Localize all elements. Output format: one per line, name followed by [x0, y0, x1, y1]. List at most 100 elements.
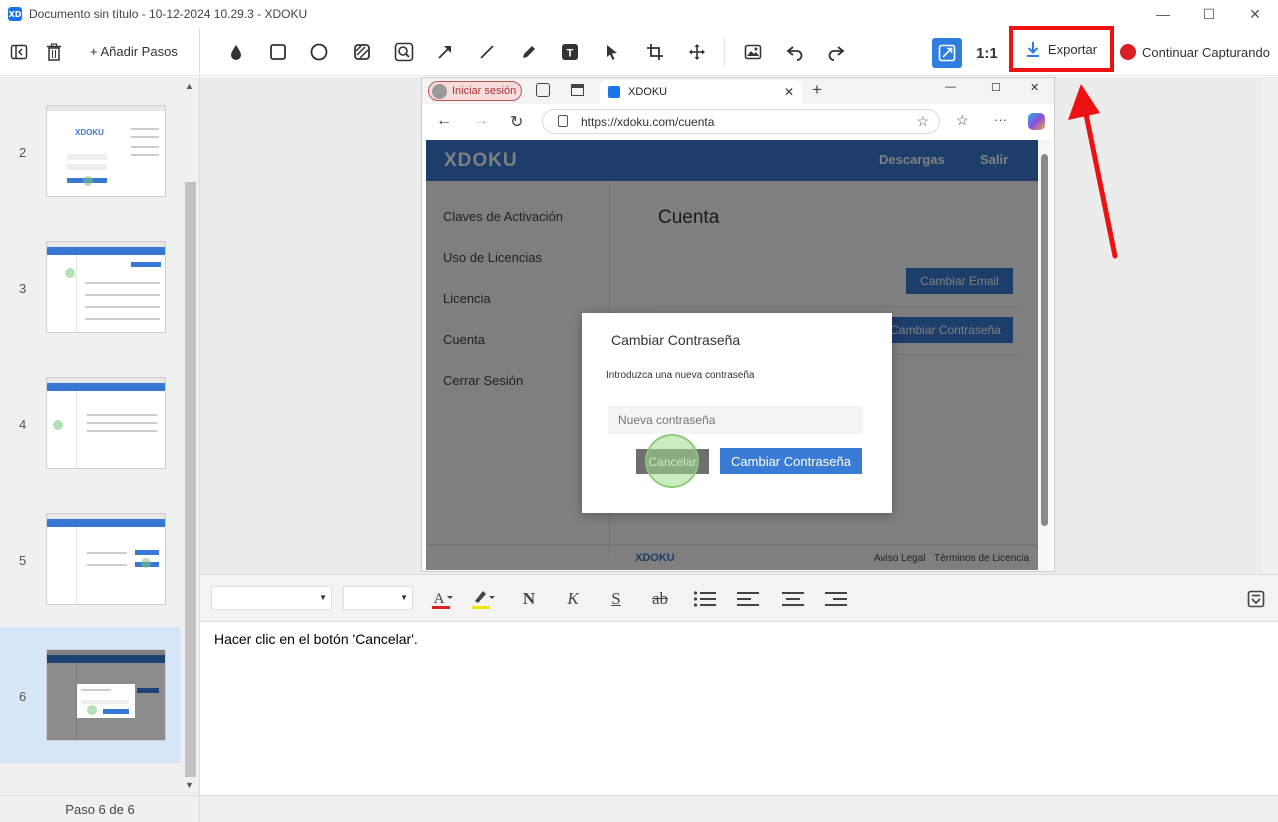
new-password-field [608, 406, 863, 434]
change-password-dialog: Cambiar Contraseña Introduzca una nueva … [582, 313, 892, 513]
font-size-select[interactable]: ▼ [343, 586, 413, 610]
chevron-down-icon: ▼ [319, 593, 327, 602]
arrow-icon[interactable] [433, 40, 457, 64]
align-left-icon[interactable] [735, 587, 761, 611]
new-tab-icon: + [812, 80, 822, 99]
highlight-color-icon[interactable] [470, 587, 498, 611]
signin-pill: Iniciar sesión [428, 81, 522, 101]
browser-maximize-icon: ☐ [991, 82, 1001, 94]
app-logo-icon: XD [8, 7, 22, 21]
more-icon: ··· [994, 112, 1007, 127]
export-label: Exportar [1047, 41, 1098, 57]
drop-icon[interactable] [224, 40, 248, 64]
signin-label: Iniciar sesión [452, 85, 517, 97]
tab-close-icon: ✕ [783, 85, 794, 99]
image-icon[interactable] [741, 40, 765, 64]
text-color-icon[interactable]: A [430, 587, 456, 611]
step-item[interactable]: 4 [0, 355, 181, 491]
annotation-arrow [1068, 84, 1118, 259]
italic-icon[interactable]: K [562, 587, 584, 611]
browser-tab: XDOKU ✕ [600, 80, 802, 104]
magnifier-icon[interactable] [392, 40, 416, 64]
toolbar-divider [724, 38, 725, 66]
main-toolbar: + Añadir Pasos T 1:1 Exportar Continuar … [0, 26, 1278, 76]
trash-icon[interactable] [42, 40, 66, 64]
bullet-list-icon[interactable] [692, 587, 718, 611]
maximize-button[interactable]: ☐ [1186, 0, 1232, 28]
step-thumbnail [46, 649, 166, 741]
xdoku-favicon-icon [608, 86, 620, 98]
export-button[interactable]: Exportar [1009, 26, 1114, 72]
window-title: Documento sin título - 10-12-2024 10.29.… [29, 7, 308, 21]
chevron-down-icon: ▼ [400, 593, 408, 602]
step-thumbnail [46, 377, 166, 469]
step-description-editor[interactable]: Hacer clic en el botón 'Cancelar'. [200, 623, 1278, 795]
undo-icon[interactable] [783, 40, 807, 64]
align-right-icon[interactable] [823, 587, 849, 611]
forward-icon: → [473, 112, 489, 129]
step-thumbnail [46, 513, 166, 605]
continue-capturing-label: Continuar Capturando [1142, 44, 1270, 60]
page-scrollbar [1038, 140, 1052, 570]
close-button[interactable]: ✕ [1232, 0, 1278, 28]
step-counter: Paso 6 de 6 [0, 795, 200, 822]
download-icon [1026, 42, 1039, 57]
svg-text:A: A [434, 591, 445, 607]
bold-icon[interactable]: N [518, 587, 540, 611]
favorite-star-icon: ☆ [916, 113, 929, 129]
lock-icon [558, 115, 568, 127]
collapse-panel-icon[interactable] [7, 40, 31, 64]
move-icon[interactable] [685, 40, 709, 64]
rectangle-icon[interactable] [266, 40, 290, 64]
step-number: 5 [19, 553, 27, 568]
step-item[interactable]: 5 [0, 491, 181, 627]
step-description-text: Hacer clic en el botón 'Cancelar'. [214, 631, 418, 647]
captured-screenshot[interactable]: Iniciar sesión XDOKU ✕ + — ☐ ✕ ← → ↻ htt… [421, 77, 1055, 572]
actual-size-button[interactable]: 1:1 [976, 45, 998, 62]
step-item-active[interactable]: 6 [0, 627, 181, 763]
back-icon: ← [436, 112, 452, 129]
record-icon [1120, 44, 1136, 60]
dialog-title: Cambiar Contraseña [611, 332, 741, 348]
text-icon[interactable]: T [558, 40, 582, 64]
steps-scrollbar[interactable]: ▲ ▼ [182, 77, 199, 793]
url-field: https://xdoku.com/cuenta ☆ [542, 109, 940, 134]
pen-icon[interactable] [517, 40, 541, 64]
url-text: https://xdoku.com/cuenta [581, 114, 715, 129]
browser-close-icon: ✕ [1030, 82, 1040, 94]
browser-tab-strip: Iniciar sesión XDOKU ✕ + — ☐ ✕ [422, 78, 1054, 104]
pointer-icon[interactable] [600, 40, 624, 64]
add-steps-button[interactable]: + Añadir Pasos [90, 44, 178, 59]
step-thumbnail [46, 241, 166, 333]
browser-minimize-icon: — [945, 81, 956, 93]
hatch-icon[interactable] [350, 40, 374, 64]
scroll-up-icon[interactable]: ▲ [185, 81, 194, 91]
status-bar [200, 795, 1278, 822]
step-item[interactable]: 3 [0, 219, 181, 355]
collapse-editor-icon[interactable] [1246, 587, 1266, 611]
circle-icon[interactable] [307, 40, 331, 64]
underline-icon[interactable]: S [605, 587, 627, 611]
avatar [432, 83, 447, 99]
scroll-down-icon[interactable]: ▼ [185, 780, 194, 790]
format-toolbar: ▼ ▼ A N K S ab [200, 574, 1278, 622]
reload-icon: ↻ [510, 114, 524, 131]
align-center-icon[interactable] [780, 587, 806, 611]
step-item[interactable]: 2 XDOKU [0, 83, 181, 219]
minimize-button[interactable]: — [1140, 0, 1186, 28]
strikethrough-icon[interactable]: ab [648, 587, 672, 611]
scrollbar-thumb[interactable] [185, 182, 196, 777]
canvas-scrollbar[interactable] [1261, 77, 1278, 574]
steps-panel: 2 XDOKU 3 4 5 6 ▲ ▼ Paso 6 de 6 [0, 77, 200, 822]
tab-actions-icon [571, 84, 584, 96]
continue-capturing-button[interactable]: Continuar Capturando [1120, 44, 1270, 60]
dialog-confirm-button: Cambiar Contraseña [720, 448, 862, 474]
redo-icon[interactable] [824, 40, 848, 64]
collections-icon [536, 83, 550, 97]
step-number: 3 [19, 281, 27, 296]
step-number: 6 [19, 689, 27, 704]
fit-to-window-button[interactable] [932, 38, 962, 68]
crop-icon[interactable] [643, 40, 667, 64]
font-family-select[interactable]: ▼ [211, 586, 332, 610]
line-icon[interactable] [475, 40, 499, 64]
